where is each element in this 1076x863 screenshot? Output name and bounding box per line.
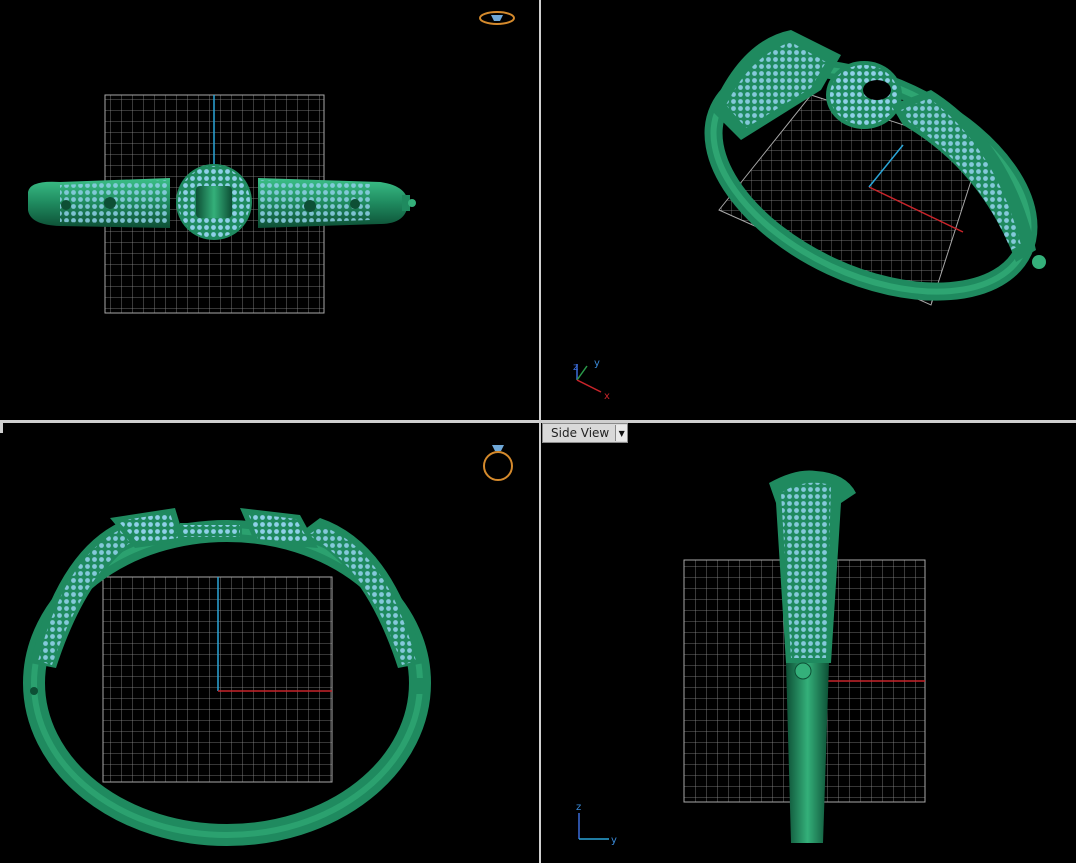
side-viewport[interactable]: Side View ▼ z y [541, 423, 1076, 863]
ring-icon [483, 445, 513, 481]
axis-label-z: z [576, 802, 581, 813]
top-viewport[interactable] [0, 0, 539, 420]
axis-triad: z y x [573, 358, 610, 402]
axis-label-z: z [573, 362, 578, 373]
side-view-canvas[interactable] [541, 423, 1076, 863]
top-view-canvas[interactable] [0, 0, 539, 420]
axis-triad-y [576, 365, 588, 381]
axis-label-y: y [594, 358, 600, 369]
axis-label-y: y [611, 835, 617, 846]
axis-triad-x [576, 379, 602, 393]
axis-label-x: x [604, 391, 610, 402]
front-viewport[interactable] [0, 423, 539, 863]
bracelet-top-model [28, 164, 416, 240]
triangle-down-icon[interactable]: ▼ [615, 425, 628, 441]
axis-triad: z y [576, 802, 617, 846]
ring-icon [479, 11, 515, 25]
perspective-view-canvas[interactable]: z y x [541, 0, 1076, 420]
viewport-label-dropdown[interactable]: Side View ▼ [542, 423, 629, 443]
front-view-canvas[interactable] [0, 423, 539, 863]
perspective-viewport[interactable]: z y x [541, 0, 1076, 420]
viewport-label[interactable]: Side View [543, 425, 615, 442]
